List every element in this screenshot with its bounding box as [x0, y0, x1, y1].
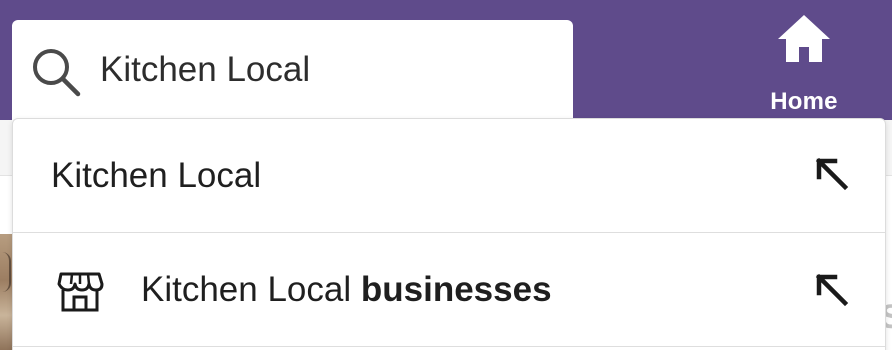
- storefront-icon: [57, 272, 104, 312]
- fill-query-arrow-icon[interactable]: [811, 271, 851, 311]
- fill-query-arrow-icon[interactable]: [811, 155, 851, 195]
- suggestion-item-businesses[interactable]: Kitchen Local businesses: [13, 233, 885, 347]
- search-suggestions-dropdown: Kitchen Local Kitchen Local businesses: [12, 118, 886, 350]
- home-label: Home: [770, 88, 838, 115]
- background-photo-edge: [0, 234, 12, 350]
- home-icon: [778, 15, 830, 62]
- page: Home S Kitchen Local Kitchen Local Kitch…: [0, 0, 892, 350]
- suggestion-item-query[interactable]: Kitchen Local: [13, 119, 885, 233]
- search-icon: [33, 49, 81, 97]
- suggestion-label: Kitchen Local businesses: [141, 269, 552, 309]
- search-input[interactable]: [100, 42, 560, 98]
- home-nav-button[interactable]: Home: [752, 6, 856, 118]
- search-box: [12, 20, 573, 122]
- suggestion-label: Kitchen Local: [51, 155, 262, 195]
